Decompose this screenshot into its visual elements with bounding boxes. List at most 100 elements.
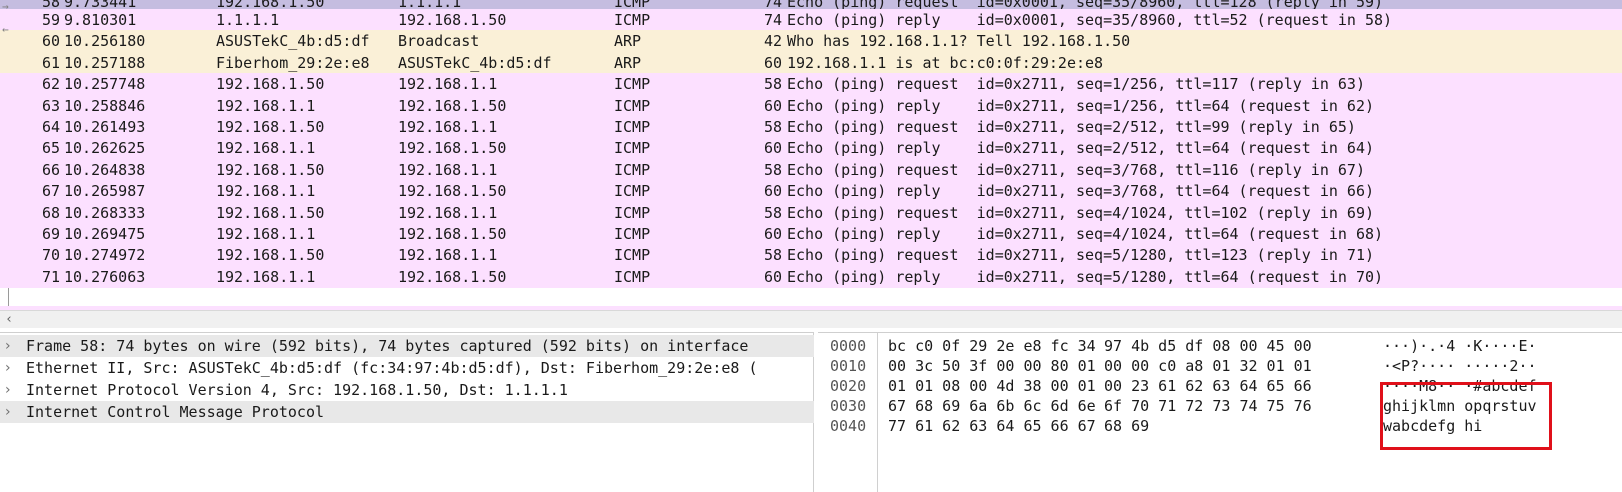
packet-time: 10.264838 bbox=[64, 160, 146, 179]
packet-number: 62 bbox=[41, 75, 60, 94]
bytes-row[interactable]: 0020 01 01 08 00 4d 38 00 01 00 23 61 62… bbox=[818, 376, 1537, 396]
packet-row[interactable]: 71 10.276063 192.168.1.1 192.168.1.50 ICMP 60… bbox=[0, 265, 1622, 288]
packet-number: 70 bbox=[41, 246, 60, 265]
packet-row[interactable]: 62 10.257748 192.168.1.50 192.168.1.1 ICMP 58… bbox=[0, 73, 1622, 96]
packet-info: Echo (ping) reply id=0x2711, seq=3/768, … bbox=[787, 182, 1374, 201]
packet-destination: Broadcast bbox=[398, 32, 480, 51]
tree-item-frame[interactable]: › Frame 58: 74 bytes on wire (592 bits),… bbox=[0, 335, 814, 357]
packet-source: 192.168.1.1 bbox=[216, 96, 316, 115]
packet-row[interactable]: 61 10.257188 Fiberhom_29:2e:e8 ASUSTekC_4b:… bbox=[0, 51, 1622, 74]
bytes-offset: 0000 bbox=[830, 337, 867, 355]
packet-source: 192.168.1.1 bbox=[216, 267, 316, 286]
packet-number: 68 bbox=[41, 203, 60, 222]
reply-arrow-icon: ← bbox=[2, 23, 9, 36]
tree-item-ipv4[interactable]: › Internet Protocol Version 4, Src: 192.… bbox=[0, 379, 814, 401]
bytes-row[interactable]: 0030 67 68 69 6a 6b 6c 6d 6e 6f 70 71 72… bbox=[818, 396, 1537, 416]
bytes-row[interactable]: 0040 77 61 62 63 64 65 66 67 68 69 wabcd… bbox=[818, 416, 1482, 436]
packet-number: 63 bbox=[41, 96, 60, 115]
packet-length: 60 bbox=[763, 139, 782, 158]
packet-source: 192.168.1.50 bbox=[216, 246, 325, 265]
packet-row[interactable]: 64 10.261493 192.168.1.50 192.168.1.1 ICMP 58… bbox=[0, 116, 1622, 138]
bytes-hex-first-half[interactable]: 01 01 08 00 4d 38 00 01 bbox=[888, 376, 1096, 396]
packet-row[interactable]: 63 10.258846 192.168.1.1 192.168.1.50 ICMP 60… bbox=[0, 94, 1622, 117]
packet-time: 10.261493 bbox=[64, 118, 146, 136]
packet-length: 58 bbox=[763, 246, 782, 265]
packet-length: 60 bbox=[763, 225, 782, 243]
packet-source: 192.168.1.1 bbox=[216, 139, 316, 158]
chevron-right-icon[interactable]: › bbox=[5, 357, 19, 379]
packet-length: 60 bbox=[763, 53, 782, 72]
packet-info: 192.168.1.1 is at bc:c0:0f:29:2e:e8 bbox=[787, 53, 1104, 72]
bytes-ascii[interactable]: ···)·.·4 ·K····E· bbox=[1383, 336, 1537, 356]
bytes-row[interactable]: 0010 00 3c 50 3f 00 00 80 01 00 00 c0 a8… bbox=[818, 356, 1537, 376]
packet-time: 10.256180 bbox=[64, 32, 146, 51]
packet-row[interactable]: 66 10.264838 192.168.1.50 192.168.1.1 ICMP 58… bbox=[0, 158, 1622, 181]
tree-item-label: Internet Control Message Protocol bbox=[26, 403, 325, 421]
request-arrow-icon: → bbox=[2, 0, 9, 13]
packet-bytes-pane[interactable]: 0000 bc c0 0f 29 2e e8 fc 34 97 4b d5 df… bbox=[818, 332, 1622, 492]
packet-number: 60 bbox=[41, 32, 60, 51]
packet-destination: 192.168.1.50 bbox=[398, 96, 507, 115]
packet-length: 74 bbox=[763, 11, 782, 29]
packet-list[interactable]: 58 9.733441 192.168.1.50 1.1.1.1 ICMP 74 Echo … bbox=[0, 0, 1622, 310]
chevron-left-icon[interactable]: ‹ bbox=[2, 311, 16, 329]
packet-row[interactable]: 59 9.810301 1.1.1.1 192.168.1.50 ICMP 74 Echo … bbox=[0, 9, 1622, 31]
bytes-row[interactable]: 0000 bc c0 0f 29 2e e8 fc 34 97 4b d5 df… bbox=[818, 336, 1537, 356]
chevron-right-icon[interactable]: › bbox=[5, 335, 19, 357]
bytes-ascii[interactable]: ·<P?···· ·····2·· bbox=[1383, 356, 1537, 376]
packet-info: Who has 192.168.1.1? Tell 192.168.1.50 bbox=[787, 32, 1131, 51]
packet-details-pane[interactable]: › Frame 58: 74 bytes on wire (592 bits),… bbox=[0, 332, 814, 492]
bytes-hex-first-half[interactable]: 00 3c 50 3f 00 00 80 01 bbox=[888, 356, 1096, 376]
bytes-hex-second-half[interactable]: 68 69 bbox=[1104, 416, 1149, 436]
packet-row[interactable]: 65 10.262625 192.168.1.1 192.168.1.50 ICMP 60… bbox=[0, 137, 1622, 160]
bytes-hex-second-half[interactable]: 00 23 61 62 63 64 65 66 bbox=[1104, 376, 1312, 396]
bytes-hex-second-half[interactable]: 97 4b d5 df 08 00 45 00 bbox=[1104, 336, 1312, 356]
chevron-right-icon[interactable]: › bbox=[5, 379, 19, 401]
packet-destination: ASUSTekC_4b:d5:df bbox=[398, 53, 552, 72]
bytes-hex-second-half[interactable]: 00 00 c0 a8 01 32 01 01 bbox=[1104, 356, 1312, 376]
packet-time: 10.265987 bbox=[64, 182, 146, 201]
bytes-hex-first-half[interactable]: 77 61 62 63 64 65 66 67 bbox=[888, 416, 1096, 436]
packet-length: 58 bbox=[763, 160, 782, 179]
packet-length: 60 bbox=[763, 267, 782, 286]
tree-item-icmp[interactable]: › Internet Control Message Protocol bbox=[0, 401, 814, 423]
packet-protocol: ICMP bbox=[614, 203, 651, 222]
tree-item-ethernet[interactable]: › Ethernet II, Src: ASUSTekC_4b:d5:df (f… bbox=[0, 357, 814, 379]
packet-source: 1.1.1.1 bbox=[216, 11, 280, 29]
chevron-right-icon[interactable]: › bbox=[5, 401, 19, 423]
packet-info: Echo (ping) reply id=0x2711, seq=2/512, … bbox=[787, 139, 1374, 158]
packet-destination: 192.168.1.1 bbox=[398, 246, 498, 265]
packet-row[interactable]: 67 10.265987 192.168.1.1 192.168.1.50 ICMP 60… bbox=[0, 180, 1622, 203]
packet-info: Echo (ping) request id=0x2711, seq=4/102… bbox=[787, 203, 1374, 222]
packet-length: 58 bbox=[763, 75, 782, 94]
bytes-hex-first-half[interactable]: 67 68 69 6a 6b 6c 6d 6e bbox=[888, 396, 1096, 416]
bytes-hex-second-half[interactable]: 6f 70 71 72 73 74 75 76 bbox=[1104, 396, 1312, 416]
horizontal-scrollbar[interactable]: ‹ bbox=[0, 310, 1622, 328]
packet-time: 10.274972 bbox=[64, 246, 146, 265]
packet-time: 10.258846 bbox=[64, 96, 146, 115]
packet-number: 59 bbox=[41, 11, 60, 29]
packet-protocol: ICMP bbox=[614, 75, 651, 94]
packet-row[interactable]: 68 10.268333 192.168.1.50 192.168.1.1 ICMP 58… bbox=[0, 201, 1622, 224]
packet-row[interactable]: 70 10.274972 192.168.1.50 192.168.1.1 ICMP 58… bbox=[0, 244, 1622, 267]
bytes-offset: 0030 bbox=[830, 397, 867, 415]
packet-destination: 192.168.1.1 bbox=[398, 118, 498, 136]
packet-protocol: ICMP bbox=[614, 96, 651, 115]
packet-protocol: ICMP bbox=[614, 118, 651, 136]
packet-source: Fiberhom_29:2e:e8 bbox=[216, 53, 370, 72]
packet-row[interactable]: 60 10.256180 ASUSTekC_4b:d5:df Broadcast ARP… bbox=[0, 30, 1622, 53]
ascii-payload-highlight-box bbox=[1380, 382, 1552, 450]
packet-length: 60 bbox=[763, 96, 782, 115]
packet-protocol: ICMP bbox=[614, 225, 651, 243]
bytes-hex-first-half[interactable]: bc c0 0f 29 2e e8 fc 34 bbox=[888, 336, 1096, 356]
packet-destination: 192.168.1.1 bbox=[398, 160, 498, 179]
packet-info: Echo (ping) reply id=0x2711, seq=4/1024,… bbox=[787, 225, 1384, 243]
packet-time: 10.262625 bbox=[64, 139, 146, 158]
packet-protocol: ICMP bbox=[614, 11, 651, 29]
packet-source: 192.168.1.1 bbox=[216, 225, 316, 243]
packet-protocol: ARP bbox=[614, 53, 642, 72]
packet-destination: 192.168.1.50 bbox=[398, 139, 507, 158]
packet-row[interactable]: 69 10.269475 192.168.1.1 192.168.1.50 ICMP 60… bbox=[0, 223, 1622, 245]
packet-info: Echo (ping) request id=0x2711, seq=1/256… bbox=[787, 75, 1365, 94]
packet-time: 10.257748 bbox=[64, 75, 146, 94]
